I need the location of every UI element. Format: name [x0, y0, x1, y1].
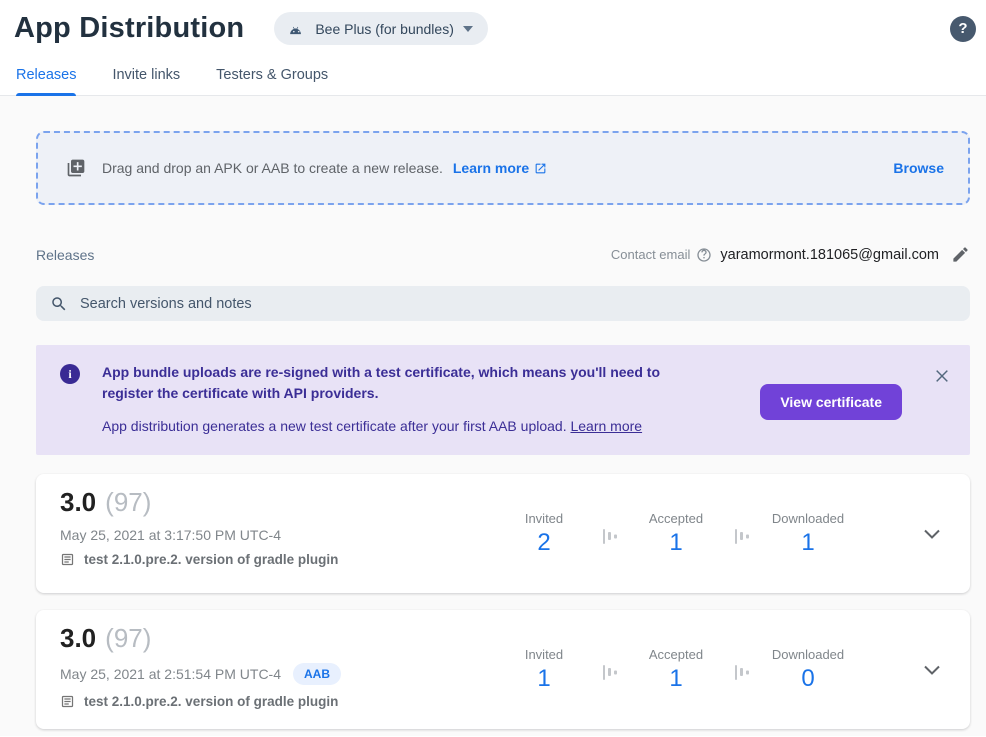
tab-testers-groups[interactable]: Testers & Groups [216, 59, 328, 95]
version-line: 3.0 (97) [60, 487, 500, 518]
releases-header-row: Releases Contact email yaramormont.18106… [36, 245, 970, 264]
edit-contact-email-button[interactable] [951, 245, 970, 264]
banner-text-block: App bundle uploads are re-signed with a … [102, 362, 706, 437]
library-add-icon [66, 158, 86, 178]
view-certificate-button[interactable]: View certificate [760, 384, 902, 420]
release-stats: Invited 2 Accepted 1 Downloaded 1 [500, 511, 852, 557]
funnel-separator-icon [602, 528, 618, 546]
stat-label: Invited [500, 647, 588, 662]
contact-help-icon[interactable] [696, 247, 712, 263]
banner-learn-more-link[interactable]: Learn more [570, 418, 642, 434]
notes-line: test 2.1.0.pre.2. version of gradle plug… [60, 552, 500, 567]
tab-releases[interactable]: Releases [16, 59, 76, 95]
chevron-down-icon [924, 529, 940, 539]
stat-value: 1 [764, 529, 852, 557]
page-title: App Distribution [14, 12, 244, 45]
stat-value: 0 [764, 665, 852, 693]
help-icon[interactable]: ? [950, 16, 976, 42]
stat-value: 1 [632, 529, 720, 557]
info-icon: i [60, 364, 80, 384]
stat-invited: Invited 2 [500, 511, 588, 557]
dropzone-learn-more-link[interactable]: Learn more [453, 160, 547, 176]
banner-body: App distribution generates a new test ce… [102, 416, 706, 437]
app-selector-dropdown[interactable]: Bee Plus (for bundles) [274, 12, 488, 45]
banner-body-text: App distribution generates a new test ce… [102, 418, 567, 434]
chevron-down-icon [924, 665, 940, 675]
release-card: 3.0 (97) May 25, 2021 at 3:17:50 PM UTC-… [36, 474, 970, 593]
browse-button[interactable]: Browse [893, 160, 944, 176]
pencil-icon [951, 245, 970, 264]
release-build-number: (97) [105, 487, 151, 518]
release-notes-icon [60, 552, 75, 567]
release-info: 3.0 (97) May 25, 2021 at 2:51:54 PM UTC-… [60, 610, 500, 709]
app-header: App Distribution Bee Plus (for bundles) … [0, 0, 986, 45]
version-line: 3.0 (97) [60, 623, 500, 654]
releases-section-label: Releases [36, 247, 94, 263]
stat-value: 2 [500, 529, 588, 557]
certificate-banner: i App bundle uploads are re-signed with … [36, 345, 970, 455]
search-bar [36, 286, 970, 321]
release-stats: Invited 1 Accepted 1 Downloaded 0 [500, 647, 852, 693]
date-line: May 25, 2021 at 2:51:54 PM UTC-4 AAB [60, 663, 500, 685]
contact-email-value: yaramormont.181065@gmail.com [720, 247, 939, 263]
learn-more-label: Learn more [453, 160, 529, 176]
tab-invite-links[interactable]: Invite links [112, 59, 180, 95]
stat-accepted: Accepted 1 [632, 511, 720, 557]
funnel-separator-icon [734, 664, 750, 682]
main-content: Drag and drop an APK or AAB to create a … [0, 96, 986, 736]
notes-line: test 2.1.0.pre.2. version of gradle plug… [60, 694, 500, 709]
release-build-number: (97) [105, 623, 151, 654]
stat-value: 1 [632, 665, 720, 693]
date-line: May 25, 2021 at 3:17:50 PM UTC-4 [60, 527, 500, 543]
release-timestamp: May 25, 2021 at 3:17:50 PM UTC-4 [60, 527, 281, 543]
funnel-separator-icon [602, 664, 618, 682]
tab-bar: Releases Invite links Testers & Groups [0, 59, 986, 96]
release-notes-text: test 2.1.0.pre.2. version of gradle plug… [84, 552, 338, 567]
release-card: 3.0 (97) May 25, 2021 at 2:51:54 PM UTC-… [36, 610, 970, 729]
stat-label: Downloaded [764, 647, 852, 662]
release-timestamp: May 25, 2021 at 2:51:54 PM UTC-4 [60, 666, 281, 682]
stat-downloaded: Downloaded 1 [764, 511, 852, 557]
stat-value: 1 [500, 665, 588, 693]
release-info: 3.0 (97) May 25, 2021 at 3:17:50 PM UTC-… [60, 474, 500, 567]
stat-downloaded: Downloaded 0 [764, 647, 852, 693]
aab-badge: AAB [293, 663, 341, 685]
stat-invited: Invited 1 [500, 647, 588, 693]
apk-dropzone[interactable]: Drag and drop an APK or AAB to create a … [36, 131, 970, 205]
stat-accepted: Accepted 1 [632, 647, 720, 693]
chevron-down-icon [463, 26, 473, 32]
release-version: 3.0 [60, 623, 96, 654]
dropzone-message: Drag and drop an APK or AAB to create a … [102, 160, 443, 176]
contact-email-label: Contact email [611, 247, 690, 262]
release-notes-icon [60, 694, 75, 709]
search-icon [50, 295, 68, 313]
search-input[interactable] [80, 296, 956, 312]
banner-title: App bundle uploads are re-signed with a … [102, 362, 706, 404]
app-selector-label: Bee Plus (for bundles) [315, 21, 454, 37]
stat-label: Invited [500, 511, 588, 526]
close-banner-button[interactable] [934, 368, 950, 384]
expand-release-button[interactable] [924, 529, 940, 539]
android-icon [287, 23, 306, 35]
expand-release-button[interactable] [924, 665, 940, 675]
close-icon [934, 368, 950, 384]
external-link-icon [534, 162, 547, 175]
release-notes-text: test 2.1.0.pre.2. version of gradle plug… [84, 694, 338, 709]
stat-label: Accepted [632, 647, 720, 662]
release-version: 3.0 [60, 487, 96, 518]
funnel-separator-icon [734, 528, 750, 546]
stat-label: Accepted [632, 511, 720, 526]
stat-label: Downloaded [764, 511, 852, 526]
